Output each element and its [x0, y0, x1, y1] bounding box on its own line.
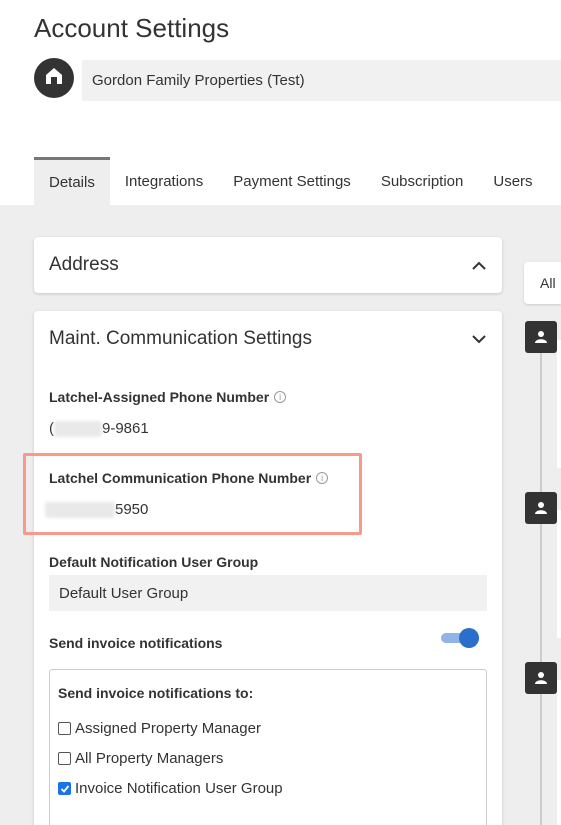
option-label: Assigned Property Manager: [75, 720, 261, 737]
option-label: Invoice Notification User Group: [75, 780, 283, 797]
send-to-label-text: Send invoice notifications to:: [58, 685, 254, 701]
tab-subscription[interactable]: Subscription: [366, 157, 479, 205]
address-card: Address: [34, 237, 502, 293]
assigned-phone-label-text: Latchel-Assigned Phone Number: [49, 389, 270, 405]
comm-phone-value: 5950: [45, 501, 149, 519]
tab-label: Subscription: [380, 172, 464, 190]
checkbox[interactable]: [58, 722, 71, 735]
tab-details[interactable]: Details: [34, 157, 110, 205]
send-invoice-label: Send invoice notifications: [49, 635, 222, 651]
timeline-line: [540, 350, 542, 825]
comm-phone-label-text: Latchel Communication Phone Number: [49, 470, 312, 486]
redacted-block: [45, 502, 115, 519]
comm-phone-label: Latchel Communication Phone Number i: [49, 470, 329, 486]
tab-label: Integrations: [124, 172, 204, 190]
option-label: All Property Managers: [75, 750, 224, 767]
default-group-select[interactable]: Default User Group: [49, 575, 487, 611]
checkbox[interactable]: [58, 752, 71, 765]
option-all-pms[interactable]: All Property Managers: [58, 750, 223, 767]
toggle-knob: [459, 628, 479, 648]
tab-label: Details: [49, 174, 95, 191]
address-card-title: Address: [49, 254, 119, 275]
page-title: Account Settings: [34, 13, 230, 43]
check-icon: [60, 784, 69, 793]
option-assigned-pm[interactable]: Assigned Property Manager: [58, 720, 261, 737]
tab-users[interactable]: Users: [478, 157, 547, 205]
info-icon[interactable]: i: [274, 391, 287, 403]
highlight-box: [23, 453, 362, 535]
default-group-label-text: Default Notification User Group: [49, 554, 259, 570]
person-icon: [525, 321, 557, 353]
tab-label: Payment Settings: [233, 172, 351, 190]
send-invoice-toggle[interactable]: [441, 628, 479, 648]
maint-card-header[interactable]: Maint. Communication Settings: [34, 311, 502, 367]
timeline-card: [557, 680, 561, 825]
default-group-label: Default Notification User Group: [49, 554, 258, 570]
tab-bar: Details Integrations Payment Settings Su…: [34, 157, 548, 205]
assigned-phone-suffix: 9-9861: [102, 420, 149, 437]
info-icon[interactable]: i: [316, 472, 329, 484]
tab-payment-settings[interactable]: Payment Settings: [218, 157, 366, 205]
send-invoice-label-text: Send invoice notifications: [49, 635, 223, 651]
right-tab-label: All: [540, 275, 556, 291]
header-area: Account Settings Gordon Family Propertie…: [0, 0, 561, 205]
redacted-block: [54, 421, 102, 438]
assigned-phone-value: (9-9861: [49, 420, 149, 438]
home-icon: [44, 66, 64, 91]
timeline-card: [557, 510, 561, 638]
chevron-down-icon[interactable]: [471, 331, 487, 347]
default-group-value: Default User Group: [59, 584, 189, 602]
right-panel-tab-all[interactable]: All: [524, 262, 561, 304]
chevron-up-icon[interactable]: [471, 257, 487, 273]
send-invoice-recipients-box: Send invoice notifications to: Assigned …: [49, 669, 487, 825]
tab-label: Users: [493, 172, 533, 190]
tab-integrations[interactable]: Integrations: [110, 157, 218, 205]
send-to-label: Send invoice notifications to:: [58, 685, 253, 701]
org-name: Gordon Family Properties (Test): [92, 72, 305, 89]
comm-phone-suffix: 5950: [115, 501, 149, 518]
address-card-header[interactable]: Address: [34, 237, 502, 293]
assigned-phone-label: Latchel-Assigned Phone Number i: [49, 389, 287, 405]
person-icon: [525, 492, 557, 524]
checkbox-checked[interactable]: [58, 782, 71, 795]
maint-card-title: Maint. Communication Settings: [49, 328, 312, 349]
org-avatar[interactable]: [34, 58, 74, 98]
org-selector[interactable]: Gordon Family Properties (Test): [82, 60, 561, 101]
timeline-card: [557, 340, 561, 468]
person-icon: [525, 662, 557, 694]
option-invoice-group[interactable]: Invoice Notification User Group: [58, 780, 283, 797]
